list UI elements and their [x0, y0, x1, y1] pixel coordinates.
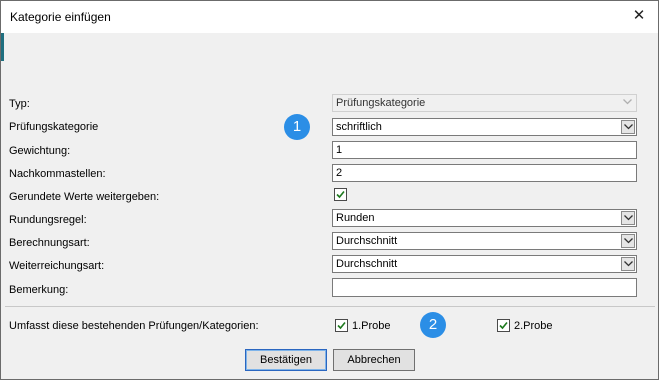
- dialog-window: Kategorie einfügen ✕ Typ: Prüfungskatego…: [0, 0, 659, 380]
- chevron-down-icon[interactable]: [621, 234, 635, 248]
- gewichtung-input[interactable]: 1: [332, 141, 637, 159]
- typ-label: Typ:: [9, 98, 30, 110]
- close-icon[interactable]: ✕: [630, 7, 648, 25]
- title-bar: Kategorie einfügen ✕: [1, 1, 658, 33]
- chevron-down-icon[interactable]: [621, 211, 635, 225]
- confirm-button[interactable]: Bestätigen: [245, 349, 327, 371]
- bemerkung-label: Bemerkung:: [9, 284, 69, 296]
- chevron-down-icon: [621, 96, 635, 110]
- weiterreichungsart-label: Weiterreichungsart:: [9, 260, 105, 272]
- berechnungsart-label: Berechnungsart:: [9, 237, 90, 249]
- typ-select: Prüfungskategorie: [332, 94, 637, 112]
- separator: [5, 306, 655, 307]
- pruefungskategorie-value: schriftlich: [336, 121, 382, 133]
- probe-2-label: 2.Probe: [514, 320, 553, 332]
- gewichtung-label: Gewichtung:: [9, 145, 71, 157]
- window-title: Kategorie einfügen: [10, 10, 111, 24]
- cancel-button[interactable]: Abbrechen: [333, 349, 415, 371]
- pruefungskategorie-select[interactable]: schriftlich: [332, 118, 637, 136]
- callout-badge-2: 2: [420, 312, 446, 338]
- nachkommastellen-label: Nachkommastellen:: [9, 168, 106, 180]
- gerundete-label: Gerundete Werte weitergeben:: [9, 191, 160, 203]
- gerundete-checkbox[interactable]: [334, 188, 347, 201]
- berechnungsart-value: Durchschnitt: [336, 235, 398, 247]
- callout-badge-1: 1: [284, 114, 310, 140]
- typ-value: Prüfungskategorie: [336, 97, 426, 109]
- berechnungsart-select[interactable]: Durchschnitt: [332, 232, 637, 250]
- pruefungskategorie-label: Prüfungskategorie: [9, 121, 99, 133]
- probe-2-checkbox[interactable]: [497, 319, 510, 332]
- probe-1-checkbox[interactable]: [335, 319, 348, 332]
- umfasst-label: Umfasst diese bestehenden Prüfungen/Kate…: [9, 320, 259, 332]
- rundungsregel-label: Rundungsregel:: [9, 214, 87, 226]
- background-window-edge: [1, 33, 4, 61]
- weiterreichungsart-value: Durchschnitt: [336, 258, 398, 270]
- rundungsregel-select[interactable]: Runden: [332, 209, 637, 227]
- bemerkung-input[interactable]: [332, 278, 637, 297]
- nachkommastellen-input[interactable]: 2: [332, 164, 637, 182]
- probe-1-label: 1.Probe: [352, 320, 391, 332]
- weiterreichungsart-select[interactable]: Durchschnitt: [332, 255, 637, 273]
- chevron-down-icon[interactable]: [621, 120, 635, 134]
- chevron-down-icon[interactable]: [621, 257, 635, 271]
- rundungsregel-value: Runden: [336, 212, 375, 224]
